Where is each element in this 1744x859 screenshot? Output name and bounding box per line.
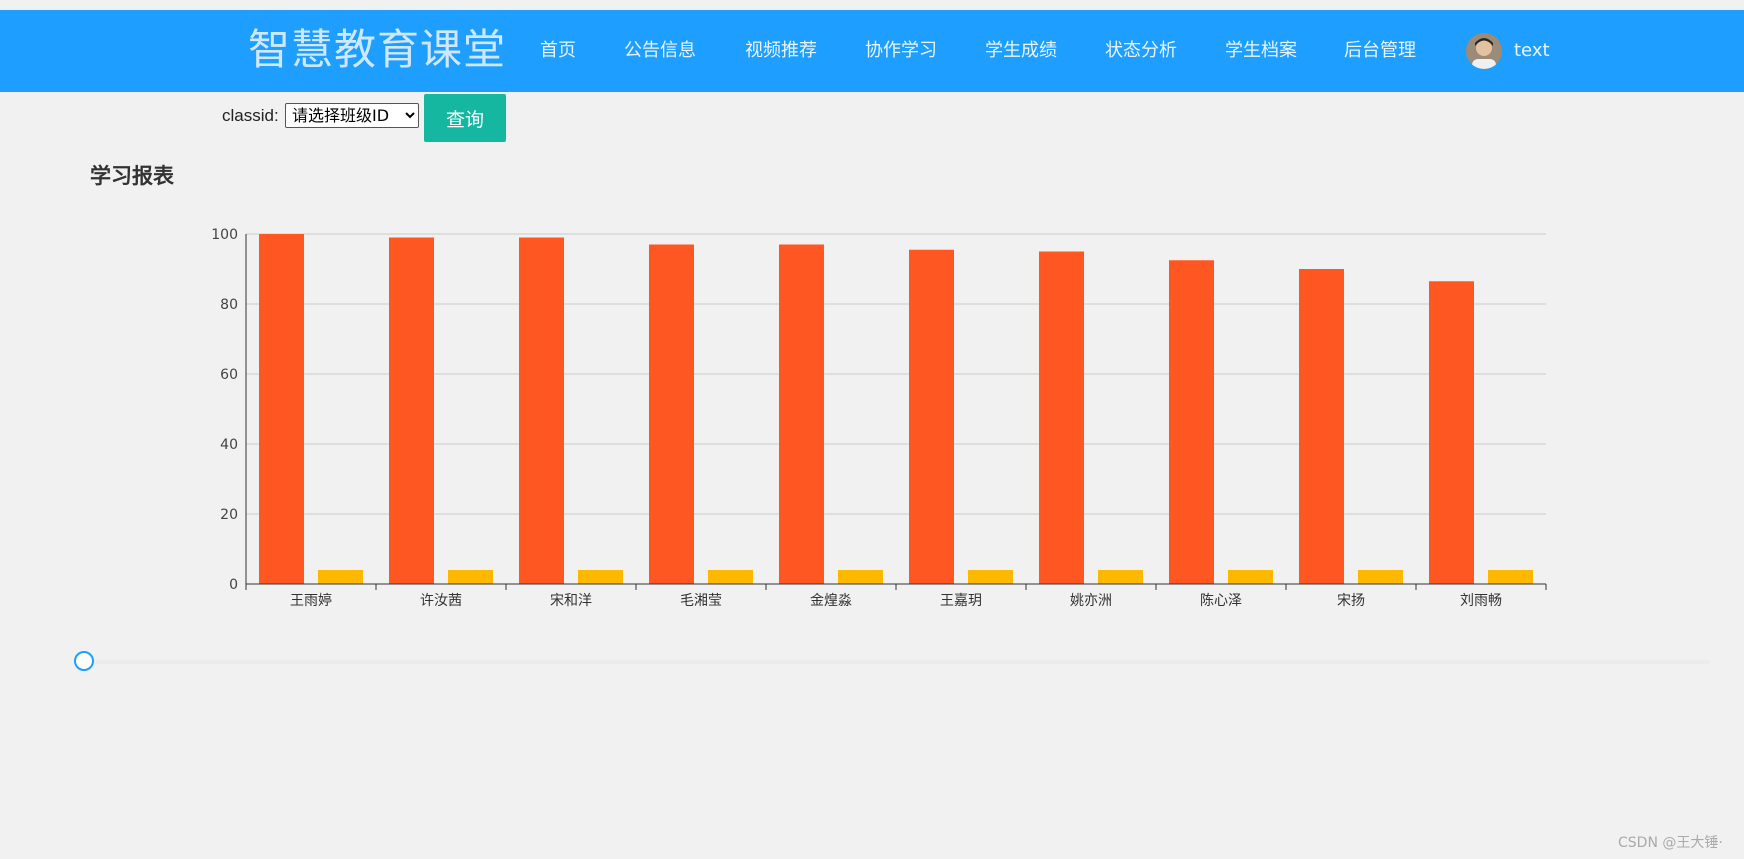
- watermark: CSDN @王大锤·: [1618, 835, 1723, 851]
- bar-series-2[interactable]: [1488, 570, 1533, 584]
- bar-series-2[interactable]: [968, 570, 1013, 584]
- bar-series-1[interactable]: [649, 244, 694, 585]
- bar-series-1[interactable]: [1429, 281, 1474, 584]
- bar-series-1[interactable]: [259, 234, 304, 584]
- bar-series-2[interactable]: [318, 570, 363, 584]
- bar-series-2[interactable]: [838, 570, 883, 584]
- bar-series-2[interactable]: [1228, 570, 1273, 584]
- bar-layer: [259, 234, 1533, 584]
- timeline-slider-track[interactable]: [84, 660, 1710, 664]
- bar-series-1[interactable]: [519, 237, 564, 585]
- grid-layer: [246, 233, 1546, 515]
- bar-series-1[interactable]: [1169, 260, 1214, 584]
- learning-report-chart: 0 20 40 60 80 100 王雨婷 许汝茜 宋和洋 毛湘莹 金煌淼 王嘉玥 姚亦洲 陈心泽 宋扬 刘雨…: [211, 227, 1547, 609]
- x-tick-label: 陈心泽: [1200, 592, 1242, 609]
- y-tick-label: 0: [229, 577, 238, 593]
- y-tick-label: 60: [220, 367, 238, 383]
- bar-series-1[interactable]: [1299, 269, 1344, 584]
- bar-series-2[interactable]: [1358, 570, 1403, 584]
- x-tick-label: 许汝茜: [420, 593, 462, 609]
- x-tick-label: 姚亦洲: [1070, 593, 1112, 609]
- x-tick-label: 王嘉玥: [940, 593, 982, 609]
- y-tick-label: 80: [220, 297, 238, 313]
- bar-series-2[interactable]: [578, 570, 623, 584]
- x-tick-label: 宋扬: [1337, 593, 1365, 609]
- x-tick-label: 刘雨畅: [1460, 593, 1502, 609]
- bar-series-1[interactable]: [389, 237, 434, 585]
- bar-series-1[interactable]: [1039, 251, 1084, 585]
- x-tick-label: 毛湘莹: [680, 593, 722, 609]
- y-tick-label: 40: [220, 437, 238, 453]
- bar-series-2[interactable]: [708, 570, 753, 584]
- y-tick-label: 20: [220, 507, 238, 523]
- bar-series-1[interactable]: [779, 244, 824, 585]
- timeline-slider-handle[interactable]: [74, 651, 94, 671]
- bar-series-2[interactable]: [448, 570, 493, 584]
- x-tick-label: 宋和洋: [550, 593, 592, 609]
- bar-series-1[interactable]: [909, 249, 954, 584]
- x-tick-label: 王雨婷: [290, 593, 332, 609]
- bar-series-2[interactable]: [1098, 570, 1143, 584]
- x-tick-label: 金煌淼: [810, 593, 852, 609]
- y-tick-label: 100: [211, 227, 238, 243]
